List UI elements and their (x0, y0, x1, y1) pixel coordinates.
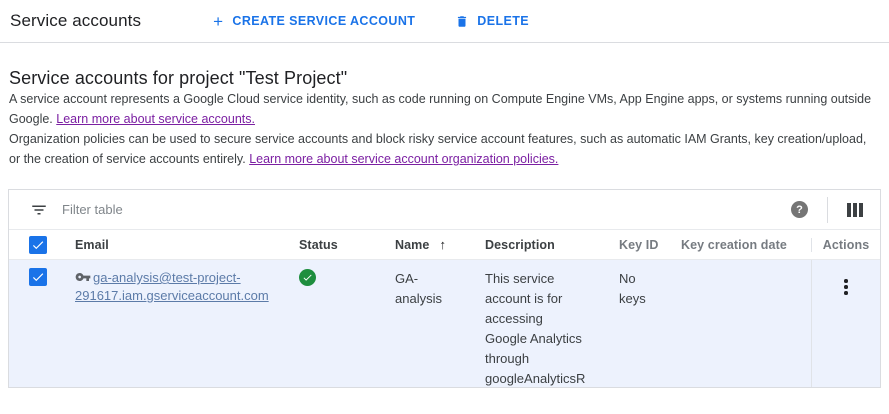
key-creation-date-cell (673, 260, 811, 387)
table-filter-bar: ? (9, 190, 880, 230)
table-row: ga-analysis@test-project-291617.iam.gser… (9, 260, 880, 387)
trash-icon (455, 14, 469, 29)
column-header-name[interactable]: Name↑ (387, 237, 477, 252)
create-service-account-label: CREATE SERVICE ACCOUNT (232, 14, 415, 28)
column-header-key-creation-date[interactable]: Key creation date (673, 238, 811, 252)
status-active-icon (299, 269, 316, 286)
intro-paragraph: A service account represents a Google Cl… (9, 89, 875, 129)
service-account-email-link[interactable]: ga-analysis@test-project-291617.iam.gser… (75, 269, 283, 305)
description-cell: This service account is for accessing Go… (477, 260, 611, 387)
delete-label: DELETE (477, 14, 529, 28)
filter-icon (30, 201, 48, 219)
filter-table-input[interactable] (60, 201, 791, 218)
plus-icon: + (213, 13, 223, 30)
status-cell (291, 260, 387, 387)
delete-button[interactable]: DELETE (447, 8, 537, 35)
sort-ascending-icon[interactable]: ↑ (439, 237, 446, 252)
service-accounts-table: ? Email Status Name↑ Description Key ID … (8, 189, 881, 388)
page-title: Service accounts (10, 11, 141, 31)
column-header-key-id[interactable]: Key ID (611, 238, 673, 252)
service-account-name: GA-analysis (395, 269, 451, 309)
actions-cell (811, 260, 880, 387)
column-display-options-icon[interactable] (847, 203, 863, 217)
org-policies-paragraph: Organization policies can be used to sec… (9, 129, 875, 169)
email-cell: ga-analysis@test-project-291617.iam.gser… (67, 260, 291, 387)
name-cell: GA-analysis (387, 260, 477, 387)
column-header-email[interactable]: Email (67, 238, 291, 252)
help-icon[interactable]: ? (791, 201, 808, 218)
column-header-status[interactable]: Status (291, 238, 387, 252)
row-checkbox[interactable] (29, 268, 47, 286)
select-all-checkbox[interactable] (29, 236, 47, 254)
toolbar-divider (827, 197, 828, 223)
page-heading: Service accounts for project "Test Proje… (9, 68, 875, 89)
row-actions-menu-icon[interactable] (838, 275, 854, 299)
toolbar: Service accounts + CREATE SERVICE ACCOUN… (0, 0, 889, 43)
service-account-email: ga-analysis@test-project-291617.iam.gser… (75, 270, 269, 303)
service-account-description: This service account is for accessing Go… (485, 269, 585, 389)
create-service-account-button[interactable]: + CREATE SERVICE ACCOUNT (205, 7, 423, 36)
learn-more-service-accounts-link[interactable]: Learn more about service accounts. (56, 112, 255, 126)
learn-more-org-policies-link[interactable]: Learn more about service account organiz… (249, 152, 558, 166)
table-header-row: Email Status Name↑ Description Key ID Ke… (9, 230, 880, 260)
service-account-key-icon (75, 269, 91, 285)
column-header-description[interactable]: Description (477, 238, 611, 252)
column-header-actions: Actions (811, 238, 880, 252)
key-id-value: No keys (619, 269, 655, 309)
key-id-cell: No keys (611, 260, 673, 387)
main-content: Service accounts for project "Test Proje… (0, 43, 889, 169)
